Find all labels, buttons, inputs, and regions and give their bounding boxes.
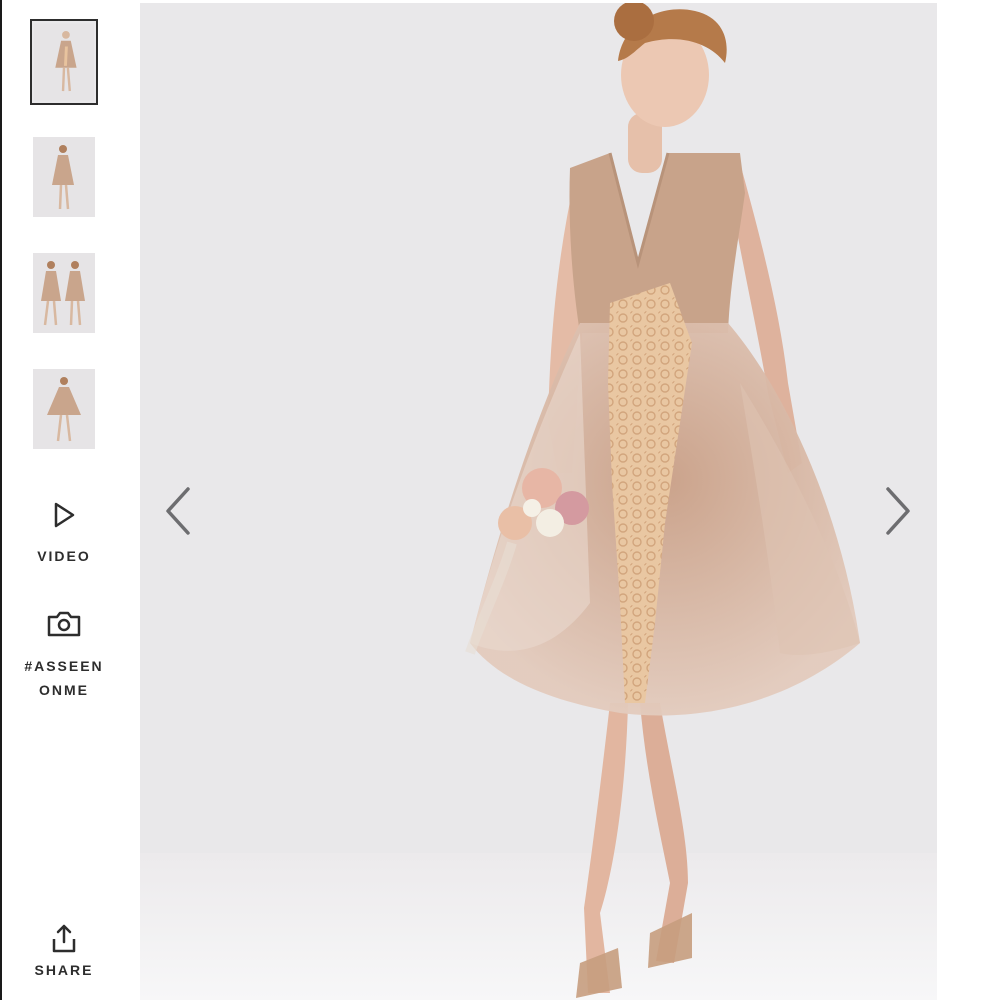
thumbnail-2[interactable] [33, 137, 95, 217]
as-seen-on-me-button[interactable]: #ASSEEN ONME [14, 610, 114, 702]
as-seen-on-me-label-line1: #ASSEEN [24, 658, 104, 674]
thumbnail-4[interactable] [33, 369, 95, 449]
camera-icon [47, 611, 81, 637]
thumbnail-full-length-image [33, 369, 95, 449]
as-seen-on-me-label-line2: ONME [39, 682, 89, 698]
thumbnail-1[interactable] [30, 19, 98, 105]
thumbnail-3[interactable] [33, 253, 95, 333]
dress-photo [140, 3, 937, 1000]
thumbnail-two-models-image [33, 253, 95, 333]
previous-image-button[interactable] [160, 483, 200, 539]
thumbnail-back-image [33, 137, 95, 217]
thumbnail-front-image [34, 23, 94, 101]
video-button[interactable]: VIDEO [14, 500, 114, 568]
right-margin [937, 0, 1000, 1000]
share-button[interactable]: SHARE [14, 922, 114, 982]
main-product-image [140, 3, 937, 1000]
next-image-button[interactable] [876, 483, 916, 539]
gallery-sidebar: VIDEO #ASSEEN ONME SHARE [0, 0, 140, 1000]
share-label: SHARE [34, 962, 94, 978]
chevron-left-icon [166, 487, 190, 535]
chevron-right-icon [886, 487, 910, 535]
play-icon [54, 502, 75, 528]
share-icon [52, 924, 76, 953]
video-label: VIDEO [37, 548, 91, 564]
